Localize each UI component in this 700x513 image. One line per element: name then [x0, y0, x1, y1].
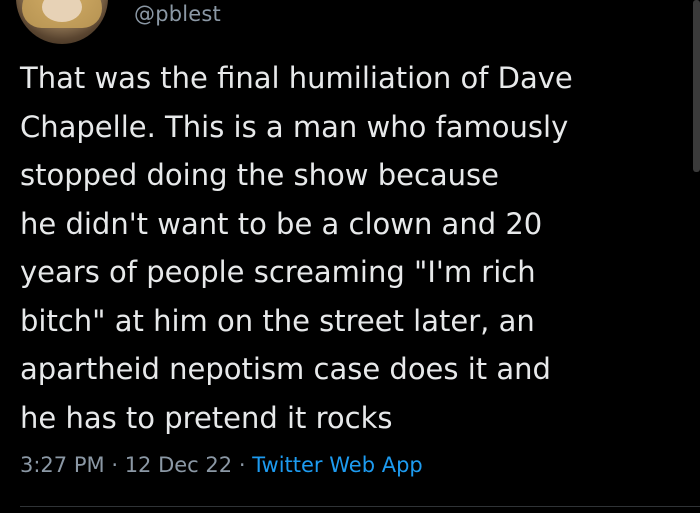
divider	[20, 506, 700, 507]
tweet-header: @pblest	[0, 0, 700, 50]
user-handle[interactable]: @pblest	[134, 2, 221, 26]
meta-separator: ·	[111, 453, 118, 477]
meta-separator: ·	[238, 453, 246, 477]
avatar[interactable]	[16, 0, 108, 44]
tweet-meta: 3:27 PM · 12 Dec 22 · Twitter Web App	[20, 453, 423, 477]
tweet-source-link[interactable]: Twitter Web App	[252, 453, 423, 477]
scrollbar[interactable]	[693, 0, 700, 172]
tweet-time[interactable]: 3:27 PM	[20, 453, 105, 477]
tweet-text: That was the final humiliation of Dave C…	[20, 61, 573, 435]
tweet-date[interactable]: 12 Dec 22	[125, 453, 232, 477]
